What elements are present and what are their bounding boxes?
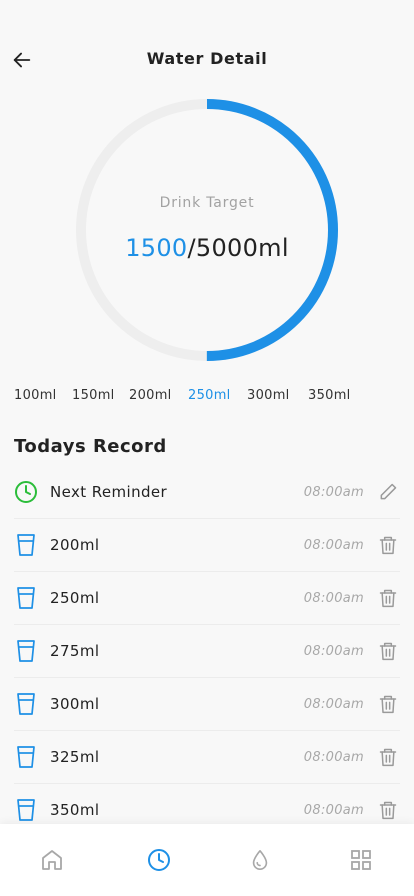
- record-time: 08:00am: [303, 591, 364, 606]
- clock-icon: [14, 480, 38, 504]
- record-row: 300ml 08:00am: [14, 678, 400, 731]
- current-intake: 1500: [125, 234, 188, 262]
- drink-target-label: Drink Target: [159, 195, 255, 211]
- delete-record-button[interactable]: [376, 798, 400, 822]
- reminder-row: Next Reminder 08:00am: [14, 466, 400, 519]
- record-amount: 250ml: [50, 589, 100, 607]
- trash-icon: [379, 589, 397, 608]
- clock-icon: [148, 849, 170, 871]
- water-glass-icon: [14, 533, 38, 557]
- delete-record-button[interactable]: [376, 745, 400, 769]
- record-time: 08:00am: [303, 803, 364, 818]
- water-glass-icon: [14, 745, 38, 769]
- water-glass-icon: [14, 798, 38, 822]
- bottom-nav: [0, 824, 414, 896]
- amount-option-selected[interactable]: 250ml: [188, 388, 231, 403]
- drink-target-value: 1500/5000ml: [67, 234, 347, 262]
- grid-icon: [351, 850, 371, 870]
- record-row: 200ml 08:00am: [14, 519, 400, 572]
- reminder-time: 08:00am: [303, 485, 364, 500]
- trash-icon: [379, 536, 397, 555]
- delete-record-button[interactable]: [376, 533, 400, 557]
- delete-record-button[interactable]: [376, 586, 400, 610]
- nav-history[interactable]: [145, 846, 173, 874]
- edit-reminder-button[interactable]: [376, 480, 400, 504]
- amount-option[interactable]: 200ml: [129, 388, 172, 403]
- trash-icon: [379, 695, 397, 714]
- home-icon: [42, 850, 62, 870]
- record-amount: 350ml: [50, 801, 100, 819]
- record-time: 08:00am: [303, 538, 364, 553]
- drink-target-ring: Drink Target 1500/5000ml: [67, 90, 347, 370]
- trash-icon: [379, 748, 397, 767]
- amount-option[interactable]: 100ml: [14, 388, 57, 403]
- record-row: 325ml 08:00am: [14, 731, 400, 784]
- page-title: Water Detail: [146, 49, 268, 68]
- trash-icon: [379, 642, 397, 661]
- water-glass-icon: [14, 639, 38, 663]
- record-amount: 200ml: [50, 536, 100, 554]
- amount-selector: 100ml 150ml 200ml 250ml 300ml 350ml: [0, 388, 414, 408]
- record-row: 250ml 08:00am: [14, 572, 400, 625]
- target-intake: /5000ml: [187, 234, 289, 262]
- record-amount: 275ml: [50, 642, 100, 660]
- delete-record-button[interactable]: [376, 639, 400, 663]
- reminder-label: Next Reminder: [50, 483, 168, 501]
- records-title: Todays Record: [14, 436, 167, 457]
- delete-record-button[interactable]: [376, 692, 400, 716]
- edit-icon: [380, 483, 397, 500]
- record-time: 08:00am: [303, 644, 364, 659]
- nav-home[interactable]: [38, 846, 66, 874]
- record-amount: 300ml: [50, 695, 100, 713]
- amount-option[interactable]: 300ml: [247, 388, 290, 403]
- record-time: 08:00am: [303, 697, 364, 712]
- record-time: 08:00am: [303, 750, 364, 765]
- header: Water Detail: [0, 40, 414, 80]
- nav-more[interactable]: [347, 846, 375, 874]
- water-drop-icon: [252, 850, 268, 870]
- progress-ring: [76, 99, 338, 361]
- water-glass-icon: [14, 586, 38, 610]
- nav-water[interactable]: [246, 846, 274, 874]
- record-row: 275ml 08:00am: [14, 625, 400, 678]
- water-glass-icon: [14, 692, 38, 716]
- trash-icon: [379, 801, 397, 820]
- records-list: Next Reminder 08:00am 200ml 08:00am 250m…: [0, 466, 414, 837]
- record-amount: 325ml: [50, 748, 100, 766]
- amount-option[interactable]: 150ml: [72, 388, 115, 403]
- amount-option[interactable]: 350ml: [308, 388, 351, 403]
